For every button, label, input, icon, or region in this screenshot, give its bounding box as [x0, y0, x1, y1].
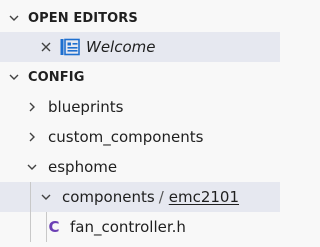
- tree-item-label: fan_controller.h: [70, 218, 186, 236]
- chevron-down-icon: [24, 159, 40, 175]
- path-separator: /: [158, 188, 164, 206]
- chevron-right-icon: [24, 129, 40, 145]
- indent-guide: [30, 212, 31, 242]
- close-icon[interactable]: [38, 39, 54, 55]
- chevron-down-icon: [38, 189, 54, 205]
- open-editors-title: OPEN EDITORS: [28, 10, 138, 26]
- open-editor-label: Welcome: [86, 38, 156, 56]
- tree-folder-blueprints[interactable]: blueprints: [0, 92, 280, 122]
- welcome-tab-icon: [60, 38, 80, 56]
- tree-folder-custom-components[interactable]: custom_components: [0, 122, 280, 152]
- chevron-down-icon: [6, 69, 22, 85]
- chevron-down-icon: [6, 10, 22, 26]
- tree-folder-components-emc2101[interactable]: components / emc2101: [0, 182, 280, 212]
- tree-folder-esphome[interactable]: esphome: [0, 152, 280, 182]
- config-folder-title: CONFIG: [28, 69, 85, 85]
- open-editors-header[interactable]: OPEN EDITORS: [0, 3, 280, 33]
- indent-guide: [30, 182, 31, 212]
- tree-item-label: components: [62, 188, 155, 206]
- tree-item-label: blueprints: [48, 98, 124, 116]
- tree-file-fan-controller-h[interactable]: C fan_controller.h: [0, 212, 280, 242]
- tree-item-label: esphome: [48, 158, 118, 176]
- tree-item-label: custom_components: [48, 128, 204, 146]
- c-file-icon: C: [48, 218, 60, 236]
- explorer-panel: OPEN EDITORS Welcome CONFIG blueprints c…: [0, 0, 280, 247]
- open-editor-welcome[interactable]: Welcome: [0, 32, 280, 62]
- indent-guide: [46, 212, 47, 242]
- compact-folder-segment[interactable]: emc2101: [169, 188, 239, 206]
- config-folder-header[interactable]: CONFIG: [0, 62, 280, 92]
- chevron-right-icon: [24, 99, 40, 115]
